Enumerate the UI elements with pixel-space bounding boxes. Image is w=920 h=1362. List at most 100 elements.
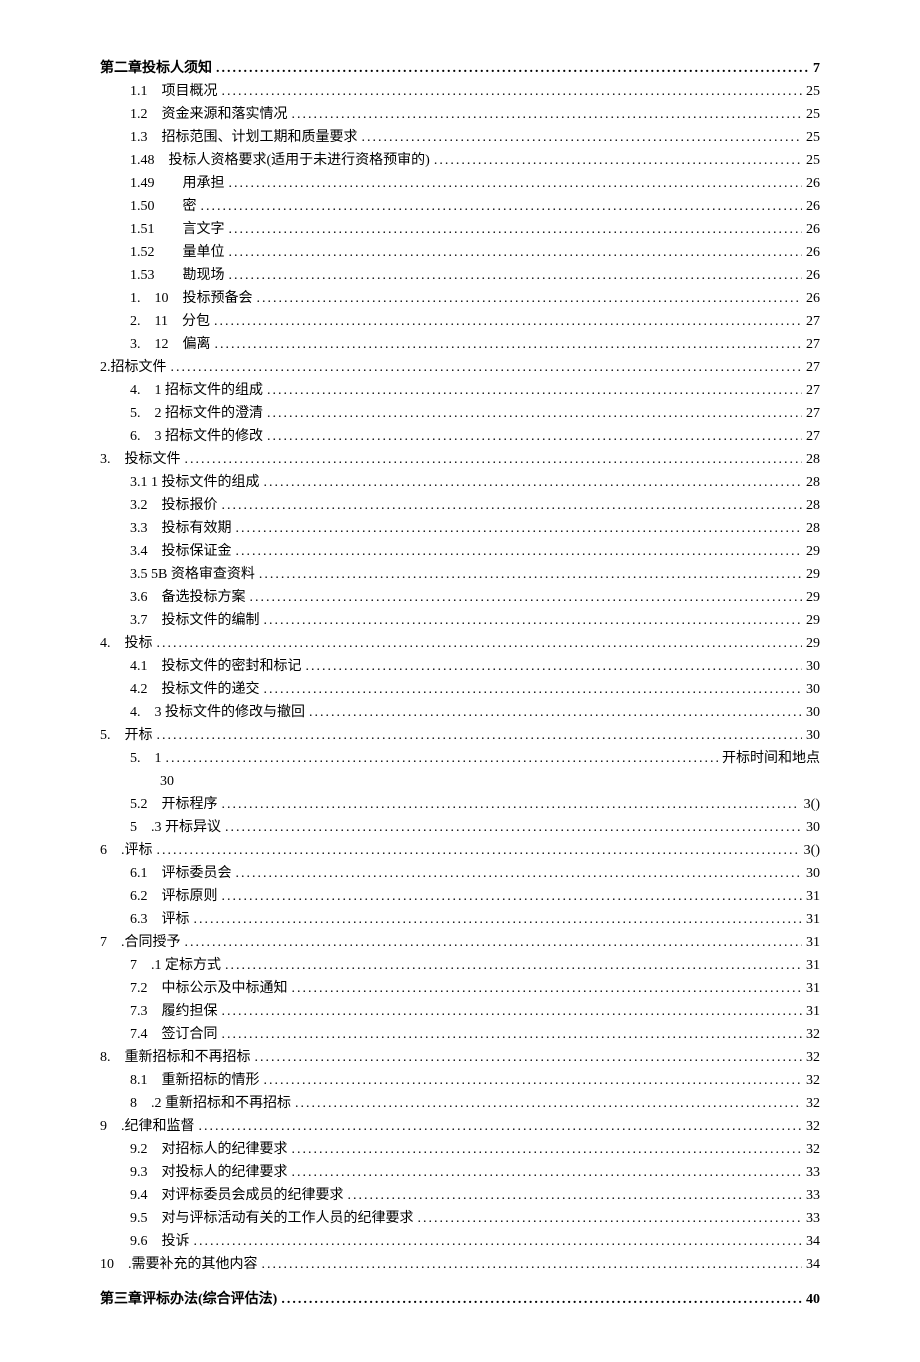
toc-entry[interactable]: 3.3 投标有效期28 — [130, 518, 820, 539]
toc-page-number: 31 — [806, 909, 820, 930]
toc-entry[interactable]: 5. 1开标时间和地点 — [130, 748, 820, 769]
toc-entry[interactable]: 5. 开标30 — [100, 725, 820, 746]
toc-entry[interactable]: 5 .3 开标异议30 — [130, 817, 820, 838]
toc-label: 3.1 1 投标文件的组成 — [130, 472, 260, 493]
toc-label: 10 .需要补充的其他内容 — [100, 1254, 258, 1275]
toc-label: 7.2 中标公示及中标通知 — [130, 978, 288, 999]
leader-dots — [199, 1116, 803, 1137]
toc-label: 4.2 投标文件的递交 — [130, 679, 260, 700]
toc-label: 1.53 勘现场 — [130, 265, 225, 286]
toc-label: 5. 1 — [130, 748, 162, 769]
toc-entry[interactable]: 1.49 用承担26 — [130, 173, 820, 194]
toc-entry[interactable]: 1.3 招标范围、计划工期和质量要求25 — [130, 127, 820, 148]
toc-label: 7 .1 定标方式 — [130, 955, 221, 976]
leader-dots — [157, 840, 800, 861]
toc-entry[interactable]: 1.52 量单位26 — [130, 242, 820, 263]
toc-entry[interactable]: 7 .合同授予31 — [100, 932, 820, 953]
toc-entry[interactable]: 7.3 履约担保31 — [130, 1001, 820, 1022]
leader-dots — [215, 334, 803, 355]
toc-label: 4. 3 投标文件的修改与撤回 — [130, 702, 305, 723]
toc-entry[interactable]: 2.招标文件27 — [100, 357, 820, 378]
toc-entry[interactable]: 1.51 言文字26 — [130, 219, 820, 240]
toc-entry[interactable]: 6. 3 招标文件的修改27 — [130, 426, 820, 447]
toc-label: 1.51 言文字 — [130, 219, 225, 240]
toc-page-number: 28 — [806, 518, 820, 539]
toc-page-number: 29 — [806, 587, 820, 608]
toc-label: 6.2 评标原则 — [130, 886, 218, 907]
toc-page-number: 29 — [806, 633, 820, 654]
toc-entry[interactable]: 3.1 1 投标文件的组成 28 — [130, 472, 820, 493]
toc-entry[interactable]: 3. 12 偏离 27 — [130, 334, 820, 355]
toc-entry[interactable]: 1.50 密26 — [130, 196, 820, 217]
toc-page-number: 27 — [806, 380, 820, 401]
toc-entry[interactable]: 4. 3 投标文件的修改与撤回30 — [130, 702, 820, 723]
toc-entry[interactable]: 3.7 投标文件的编制29 — [130, 610, 820, 631]
toc-entry[interactable]: 9.3 对投标人的纪律要求33 — [130, 1162, 820, 1183]
toc-entry[interactable]: 1.1 项目概况25 — [130, 81, 820, 102]
toc-entry[interactable]: 9.6 投诉34 — [130, 1231, 820, 1252]
toc-entry[interactable]: 8.1 重新招标的情形32 — [130, 1070, 820, 1091]
toc-entry[interactable]: 9.4 对评标委员会成员的纪律要求33 — [130, 1185, 820, 1206]
toc-entry[interactable]: 5.2 开标程序3() — [130, 794, 820, 815]
toc-entry[interactable]: 7.2 中标公示及中标通知31 — [130, 978, 820, 999]
toc-entry[interactable]: 9 .纪律和监督32 — [100, 1116, 820, 1137]
toc-page-number: 29 — [806, 564, 820, 585]
toc-entry[interactable]: 5. 2 招标文件的澄清 27 — [130, 403, 820, 424]
toc-entry[interactable]: 6 .评标3() — [100, 840, 820, 861]
leader-dots — [262, 1254, 803, 1275]
toc-entry[interactable]: 第二章投标人须知7 — [100, 58, 820, 79]
toc-page-number: 25 — [806, 104, 820, 125]
toc-entry[interactable]: 4. 1 招标文件的组成27 — [130, 380, 820, 401]
toc-label: 8 .2 重新招标和不再招标 — [130, 1093, 291, 1114]
toc-label: 5 .3 开标异议 — [130, 817, 221, 838]
leader-dots — [281, 1289, 802, 1310]
toc-entry[interactable]: 10 .需要补充的其他内容34 — [100, 1254, 820, 1275]
toc-entry[interactable]: 4.1 投标文件的密封和标记30 — [130, 656, 820, 677]
toc-entry[interactable]: 3.5 5B 资格审查资料29 — [130, 564, 820, 585]
toc-entry[interactable]: 4.2 投标文件的递交30 — [130, 679, 820, 700]
toc-label: 5. 2 招标文件的澄清 — [130, 403, 263, 424]
leader-dots — [222, 1001, 803, 1022]
toc-entry[interactable]: 3.2 投标报价28 — [130, 495, 820, 516]
leader-dots — [267, 426, 802, 447]
toc-entry[interactable]: 8. 重新招标和不再招标32 — [100, 1047, 820, 1068]
toc-label: 3.4 投标保证金 — [130, 541, 232, 562]
toc-entry[interactable]: 第三章评标办法(综合评估法)40 — [100, 1289, 820, 1310]
toc-entry[interactable]: 6.2 评标原则31 — [130, 886, 820, 907]
toc-wrap-text: 30 — [160, 771, 820, 792]
toc-entry[interactable]: 9.2 对招标人的纪律要求32 — [130, 1139, 820, 1160]
toc-label: 7 .合同授予 — [100, 932, 181, 953]
toc-entry[interactable]: 3.6 备选投标方案29 — [130, 587, 820, 608]
toc-entry[interactable]: 9.5 对与评标活动有关的工作人员的纪律要求33 — [130, 1208, 820, 1229]
toc-entry[interactable]: 1. 10 投标预备会26 — [130, 288, 820, 309]
leader-dots — [229, 265, 803, 286]
toc-page-number: 28 — [806, 472, 820, 493]
leader-dots — [222, 1024, 803, 1045]
toc-entry[interactable]: 8 .2 重新招标和不再招标32 — [130, 1093, 820, 1114]
leader-dots — [236, 541, 803, 562]
toc-entry[interactable]: 2. 11 分包27 — [130, 311, 820, 332]
toc-entry[interactable]: 4. 投标29 — [100, 633, 820, 654]
toc-label: 9.5 对与评标活动有关的工作人员的纪律要求 — [130, 1208, 414, 1229]
toc-entry[interactable]: 1.2 资金来源和落实情况25 — [130, 104, 820, 125]
leader-dots — [194, 1231, 803, 1252]
toc-label: 3.7 投标文件的编制 — [130, 610, 260, 631]
toc-entry[interactable]: 6.1 评标委员会30 — [130, 863, 820, 884]
leader-dots — [309, 702, 802, 723]
toc-page-number: 27 — [806, 334, 820, 355]
toc-page-number: 28 — [806, 495, 820, 516]
toc-label: 3. 12 偏离 — [130, 334, 211, 355]
toc-label: 2.招标文件 — [100, 357, 167, 378]
toc-entry[interactable]: 1.53 勘现场26 — [130, 265, 820, 286]
toc-entry[interactable]: 3.4 投标保证金29 — [130, 541, 820, 562]
toc-page-number: 27 — [806, 403, 820, 424]
leader-dots — [264, 610, 803, 631]
leader-dots — [171, 357, 803, 378]
toc-entry[interactable]: 1.48 投标人资格要求(适用于未进行资格预审的)25 — [130, 150, 820, 171]
leader-dots — [362, 127, 803, 148]
toc-entry[interactable]: 3. 投标文件28 — [100, 449, 820, 470]
toc-label: 9.2 对招标人的纪律要求 — [130, 1139, 288, 1160]
toc-entry[interactable]: 7 .1 定标方式31 — [130, 955, 820, 976]
toc-entry[interactable]: 6.3 评标31 — [130, 909, 820, 930]
toc-entry[interactable]: 7.4 签订合同32 — [130, 1024, 820, 1045]
